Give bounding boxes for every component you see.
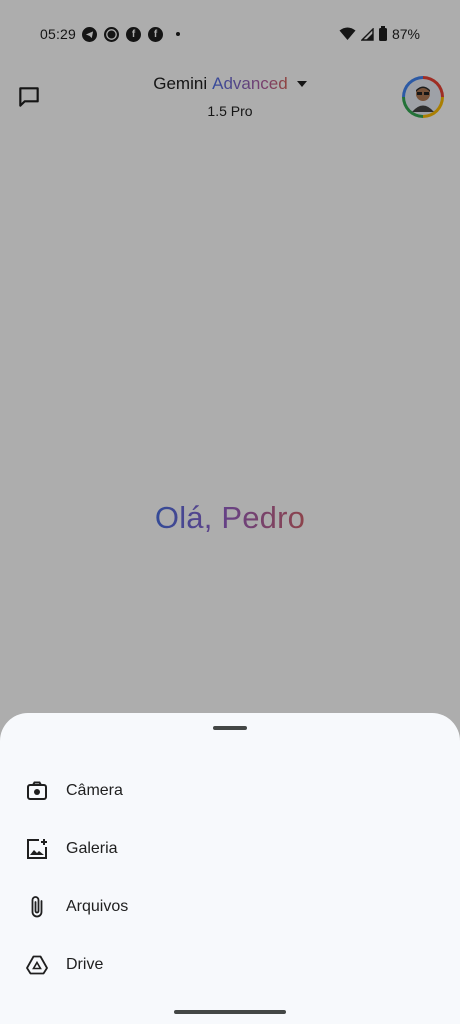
menu-item-drive[interactable]: Drive [0,936,460,994]
menu-item-label: Câmera [66,782,123,799]
attachment-menu: Câmera Galeria Arquivos Drive [0,762,460,994]
gallery-icon [25,837,49,861]
drag-handle[interactable] [213,726,247,730]
attachment-bottom-sheet: Câmera Galeria Arquivos Drive [0,713,460,1024]
camera-icon [25,779,49,803]
drive-icon [25,953,49,977]
menu-item-label: Galeria [66,840,118,857]
menu-item-files[interactable]: Arquivos [0,878,460,936]
menu-item-gallery[interactable]: Galeria [0,820,460,878]
menu-item-label: Arquivos [66,898,129,915]
paperclip-icon [25,895,49,919]
menu-item-camera[interactable]: Câmera [0,762,460,820]
menu-item-label: Drive [66,956,104,973]
gesture-nav-bar[interactable] [174,1010,286,1014]
